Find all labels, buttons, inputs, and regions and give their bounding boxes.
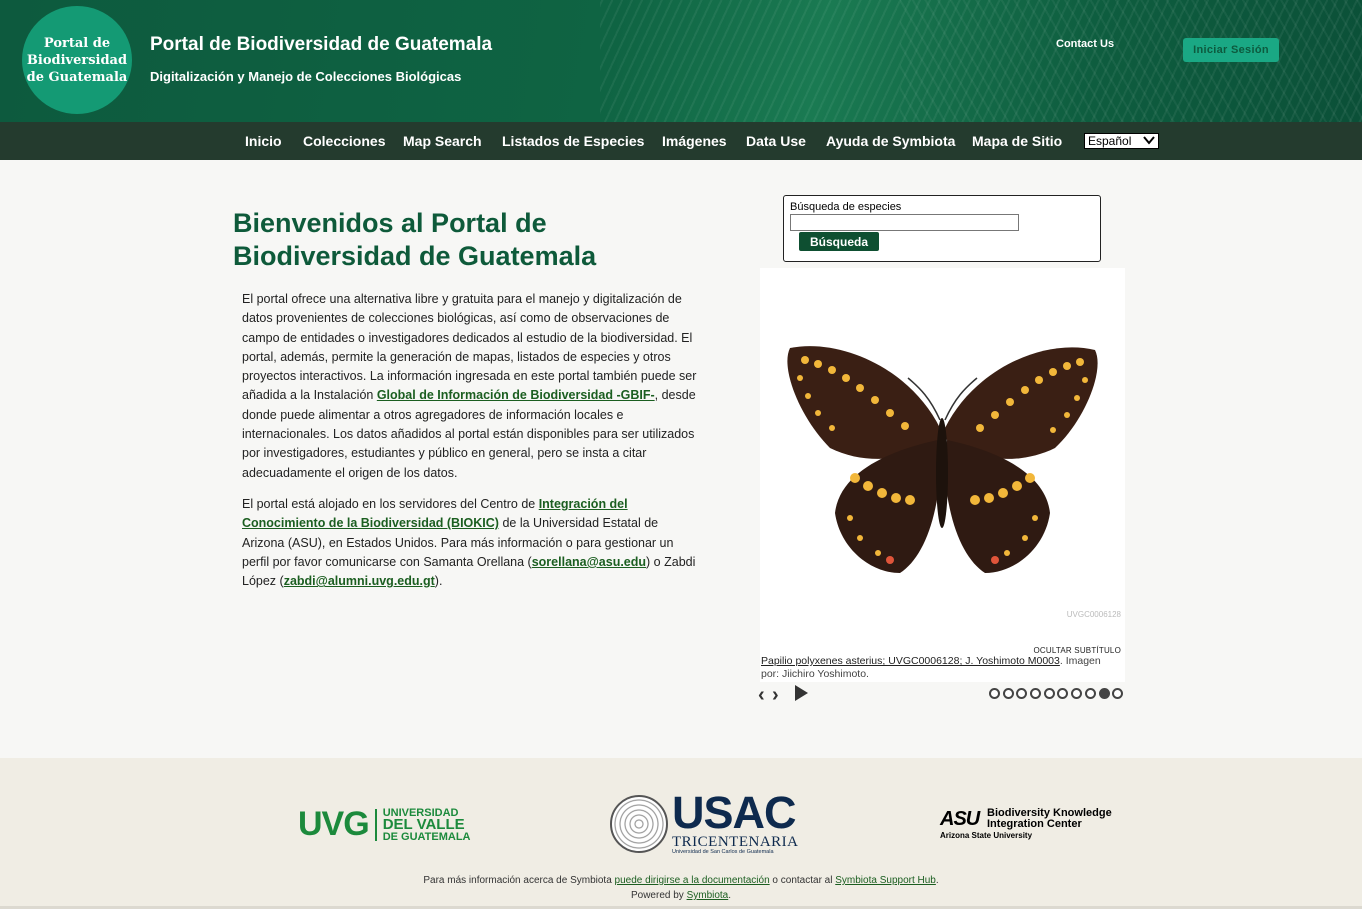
- footer-info-b: o contactar al: [769, 875, 836, 886]
- uvg-line-2: DEL VALLE: [382, 815, 465, 833]
- site-subtitle: Digitalización y Manejo de Colecciones B…: [150, 69, 462, 84]
- nav-item-data-use[interactable]: Data Use: [746, 133, 806, 149]
- species-search-box: Búsqueda de especies Búsqueda: [783, 195, 1101, 262]
- nav-item-listados[interactable]: Listados de Especies: [502, 133, 644, 149]
- asu-subtitle: Arizona State University: [940, 831, 1033, 840]
- para2-text-a: El portal está alojado en los servidores…: [242, 497, 539, 511]
- language-select[interactable]: Español: [1084, 133, 1159, 149]
- language-value: Español: [1088, 134, 1132, 148]
- slideshow-dot[interactable]: [1071, 688, 1083, 699]
- header-leaf-background-2: [900, 0, 1362, 122]
- sorellana-email-link[interactable]: sorellana@asu.edu: [532, 555, 646, 569]
- usac-seal-icon: [610, 795, 668, 853]
- site-logo[interactable]: Portal de Biodiversidad de Guatemala: [22, 6, 132, 114]
- nav-item-mapa-sitio[interactable]: Mapa de Sitio: [972, 133, 1062, 149]
- zabdi-email-link[interactable]: zabdi@alumni.uvg.edu.gt: [284, 574, 435, 588]
- powered-b: .: [728, 890, 732, 901]
- logo-line-3: de Guatemala: [26, 69, 128, 85]
- slideshow-dot[interactable]: [1043, 688, 1055, 699]
- slideshow-pager: [989, 688, 1124, 699]
- biokic-title-line-2: Integration Center: [987, 818, 1082, 830]
- slideshow-dot[interactable]: [1057, 688, 1069, 699]
- documentation-link[interactable]: puede dirigirse a la documentación: [615, 875, 770, 886]
- image-slideshow: UVGC0006128 OCULTAR SUBTÍTULO Papilio po…: [760, 268, 1125, 682]
- usac-logo-text[interactable]: USAC: [672, 790, 797, 835]
- nav-item-colecciones[interactable]: Colecciones: [303, 133, 385, 149]
- butterfly-specimen-image[interactable]: [760, 328, 1125, 608]
- site-header: Portal de Biodiversidad de Guatemala Por…: [0, 0, 1362, 122]
- slideshow-next-icon[interactable]: ›: [772, 684, 779, 707]
- slideshow-play-icon[interactable]: [795, 685, 808, 701]
- footer-info: Para más información acerca de Symbiota …: [0, 875, 1362, 886]
- uvg-logo[interactable]: UVG UNIVERSIDAD DEL VALLE DE GUATEMALA: [298, 805, 470, 844]
- slideshow-dot[interactable]: [1084, 688, 1096, 699]
- footer-info-a: Para más información acerca de Symbiota: [423, 875, 615, 886]
- image-watermark: UVGC0006128: [1066, 610, 1121, 619]
- image-caption: Papilio polyxenes asterius; UVGC0006128;…: [761, 655, 1121, 681]
- slideshow-dot[interactable]: [989, 688, 1000, 699]
- nav-item-ayuda[interactable]: Ayuda de Symbiota: [826, 133, 955, 149]
- site-title: Portal de Biodiversidad de Guatemala: [150, 34, 493, 55]
- slideshow-dot[interactable]: [1016, 688, 1028, 699]
- nav-item-inicio[interactable]: Inicio: [245, 133, 282, 149]
- species-search-button[interactable]: Búsqueda: [799, 232, 879, 251]
- page-title: Bienvenidos al Portal de Biodiversidad d…: [233, 208, 597, 271]
- nav-item-imagenes[interactable]: Imágenes: [662, 133, 727, 149]
- intro-paragraph: El portal ofrece una alternativa libre y…: [242, 290, 702, 483]
- uvg-abbr: UVG: [298, 805, 370, 843]
- powered-by: Powered by Symbiota.: [0, 890, 1362, 901]
- para2-text-d: ).: [434, 574, 443, 589]
- uvg-divider: [374, 808, 377, 841]
- login-button[interactable]: Iniciar Sesión: [1183, 38, 1279, 62]
- species-search-input[interactable]: [790, 214, 1019, 231]
- caption-link[interactable]: Papilio polyxenes asterius; UVGC0006128;…: [761, 655, 1060, 667]
- slideshow-dot[interactable]: [1030, 688, 1042, 699]
- uvg-name: UNIVERSIDAD DEL VALLE DE GUATEMALA: [382, 807, 471, 843]
- powered-a: Powered by: [630, 890, 687, 901]
- logo-line-2: Biodiversidad: [26, 52, 128, 68]
- gbif-link[interactable]: Global de Información de Biodiversidad -…: [377, 388, 655, 402]
- slideshow-dot[interactable]: [1112, 688, 1124, 699]
- slideshow-dot[interactable]: [1002, 688, 1014, 699]
- chevron-down-icon: [1143, 135, 1155, 148]
- support-hub-link[interactable]: Symbiota Support Hub: [835, 875, 936, 886]
- para1-text-a: El portal ofrece una alternativa libre y…: [242, 292, 697, 403]
- hide-caption-toggle[interactable]: OCULTAR SUBTÍTULO: [1033, 646, 1121, 655]
- symbiota-link[interactable]: Symbiota: [687, 890, 729, 901]
- nav-item-map-search[interactable]: Map Search: [403, 133, 482, 149]
- contact-us-link[interactable]: Contact Us: [1056, 38, 1114, 50]
- usac-subtitle-2: Universidad de San Carlos de Guatemala: [672, 849, 774, 855]
- biokic-title: Biodiversity Knowledge Integration Cente…: [987, 808, 1112, 830]
- asu-logo-mark[interactable]: ASU: [940, 808, 980, 831]
- footer-info-c: .: [935, 875, 939, 886]
- slideshow-dot[interactable]: [1098, 688, 1110, 699]
- uvg-line-3: DE GUATEMALA: [382, 830, 471, 843]
- species-search-label: Búsqueda de especies: [790, 201, 902, 213]
- hosting-paragraph: El portal está alojado en los servidores…: [242, 495, 702, 591]
- slideshow-prev-icon[interactable]: ‹: [758, 684, 765, 707]
- logo-line-1: Portal de: [43, 35, 111, 51]
